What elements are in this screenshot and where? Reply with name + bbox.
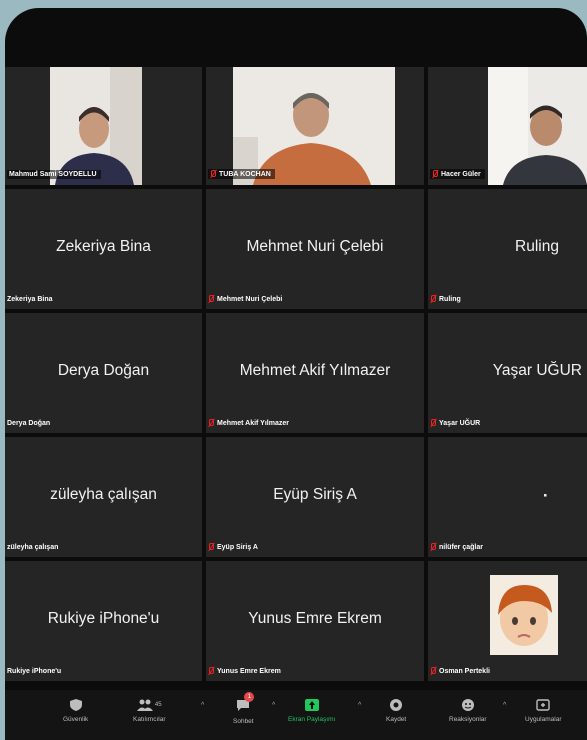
participant-tile[interactable]: Derya Doğan Derya Doğan [5, 313, 202, 433]
participant-name: Derya Doğan [7, 420, 51, 427]
record-button[interactable]: Kaydet [386, 698, 406, 723]
participant-name: Zekeriya Bina [7, 296, 53, 303]
participant-tile[interactable]: Mehmet Akif Yılmazer Mehmet Akif Yılmaze… [206, 313, 424, 433]
zoom-window: Mahmud Sami SOYDELLU TUBA KOCHAN Hacer G [5, 8, 587, 740]
mic-muted-icon [430, 667, 436, 675]
participant-display-name: Zekeriya Bina [56, 238, 151, 256]
chat-badge: 1 [244, 692, 255, 702]
reactions-button[interactable]: Reaksiyonlar [449, 698, 487, 723]
participant-display-name: Mehmet Akif Yılmazer [239, 362, 391, 380]
participant-tile[interactable]: Eyüp Siriş A Eyüp Siriş A [206, 437, 424, 557]
participant-display-name: Yaşar UĞUR [492, 362, 582, 380]
participants-button[interactable]: 45 Katılımcılar [133, 698, 166, 723]
participant-tile[interactable]: Mahmud Sami SOYDELLU [5, 67, 202, 185]
participant-tile[interactable]: Ruling Ruling [428, 189, 587, 309]
participant-name: nilüfer çağlar [430, 543, 483, 551]
record-icon [390, 699, 403, 711]
participant-display-name: Eyüp Siriş A [273, 486, 357, 504]
participant-tile[interactable]: TUBA KOCHAN [206, 67, 424, 185]
participant-name: züleyha çalışan [7, 544, 59, 551]
participant-video [488, 67, 587, 185]
mic-muted-icon [432, 170, 438, 178]
participant-tile[interactable]: Hacer Güler [428, 67, 587, 185]
participant-name: Yaşar UĞUR [430, 419, 480, 427]
participant-name: Rukiye iPhone'u [7, 668, 62, 675]
participant-name: Mehmet Nuri Çelebi [208, 295, 282, 303]
profile-picture [490, 575, 558, 655]
apps-icon [536, 699, 550, 711]
participant-display-name: ▪ [543, 490, 547, 502]
participant-tile[interactable]: Rukiye iPhone'u Rukiye iPhone'u [5, 561, 202, 681]
participant-name: Osman Pertekli [430, 667, 490, 675]
emoji-icon [461, 699, 474, 711]
mic-muted-icon [208, 543, 214, 551]
participant-name: Eyüp Siriş A [208, 543, 258, 551]
participant-tile[interactable]: Zekeriya Bina Zekeriya Bina [5, 189, 202, 309]
chat-button[interactable]: 1 Sohbet [233, 692, 255, 725]
participant-display-name: Mehmet Nuri Çelebi [246, 238, 384, 256]
mic-muted-icon [208, 667, 214, 675]
participant-tile[interactable]: Osman Pertekli [428, 561, 587, 681]
participant-tile[interactable]: Yunus Emre Ekrem Yunus Emre Ekrem [206, 561, 424, 681]
participant-video [233, 67, 395, 185]
share-screen-icon [304, 699, 319, 711]
participant-display-name: Rukiye iPhone'u [47, 610, 160, 628]
mic-muted-icon [430, 419, 436, 427]
participant-tile[interactable]: Yaşar UĞUR Yaşar UĞUR [428, 313, 587, 433]
meeting-toolbar: Güvenlik 45 Katılımcılar ^ 1 Sohbet ^ Ek… [5, 690, 587, 740]
participant-display-name: Derya Doğan [57, 362, 150, 380]
shield-icon [69, 699, 82, 711]
mic-muted-icon [208, 295, 214, 303]
mic-muted-icon [208, 419, 214, 427]
share-chevron-up-icon[interactable]: ^ [358, 702, 361, 709]
mic-muted-icon [430, 543, 436, 551]
participant-display-name: Yunus Emre Ekrem [248, 610, 382, 628]
participant-name: Ruling [430, 295, 461, 303]
security-button[interactable]: Güvenlik [63, 698, 88, 723]
participants-chevron-up-icon[interactable]: ^ [201, 702, 204, 709]
participants-count: 45 [154, 702, 162, 708]
participant-name: TUBA KOCHAN [208, 169, 275, 179]
participant-name: Yunus Emre Ekrem [208, 667, 281, 675]
participant-tile[interactable]: züleyha çalışan züleyha çalışan [5, 437, 202, 557]
reactions-chevron-up-icon[interactable]: ^ [503, 702, 506, 709]
participant-display-name: züleyha çalışan [50, 486, 157, 504]
people-icon [136, 699, 153, 711]
participant-display-name: Ruling [515, 238, 559, 256]
participant-video [50, 67, 142, 185]
apps-button[interactable]: Uygulamalar [525, 698, 562, 723]
participant-name: Mahmud Sami SOYDELLU [7, 170, 101, 179]
share-screen-button[interactable]: Ekran Paylaşımı [288, 698, 335, 723]
participant-name: Hacer Güler [430, 169, 485, 179]
mic-muted-icon [210, 170, 216, 178]
participant-tile[interactable]: ▪ nilüfer çağlar [428, 437, 587, 557]
participant-name: Mehmet Akif Yılmazer [208, 419, 289, 427]
participant-tile[interactable]: Mehmet Nuri Çelebi Mehmet Nuri Çelebi [206, 189, 424, 309]
mic-muted-icon [430, 295, 436, 303]
chat-chevron-up-icon[interactable]: ^ [272, 702, 275, 709]
